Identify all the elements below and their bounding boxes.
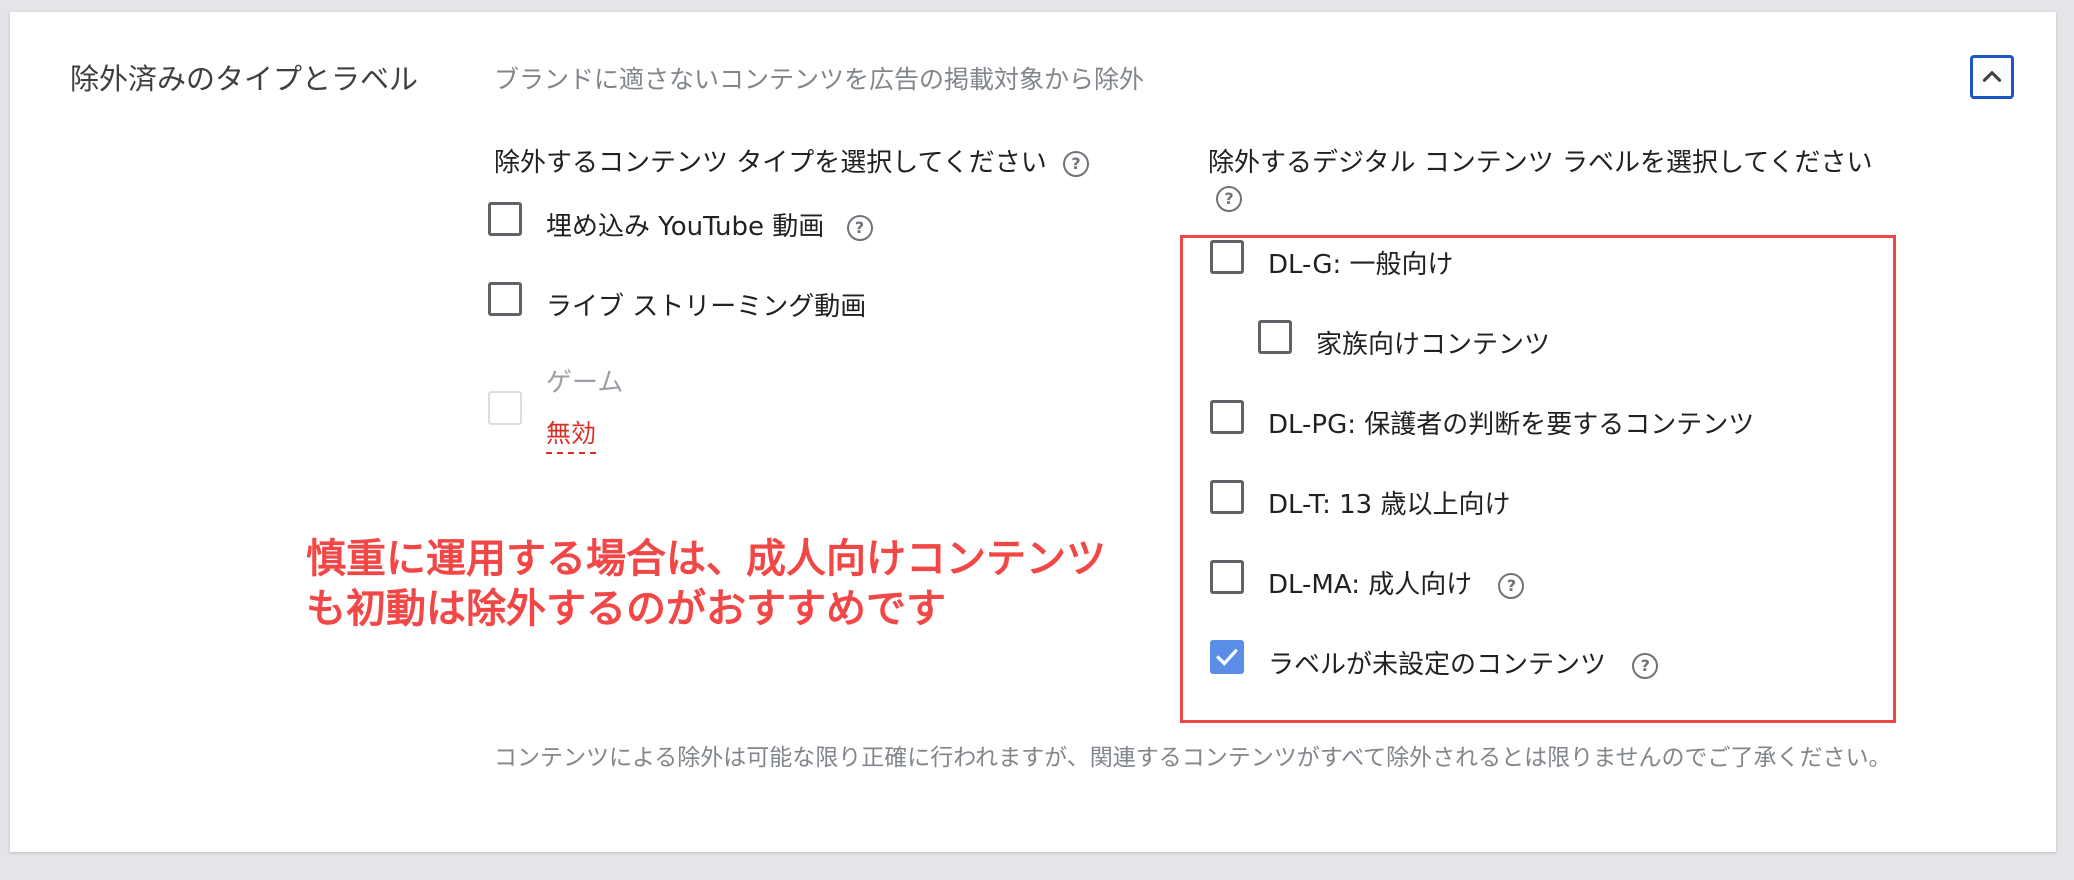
option-embedded-youtube: 埋め込み YouTube 動画 ? — [546, 206, 873, 243]
option-label: ラベルが未設定のコンテンツ — [1268, 650, 1607, 680]
option-family-content: 家族向けコンテンツ — [1316, 330, 1551, 360]
digital-label-heading: 除外するデジタル コンテンツ ラベルを選択してください — [1208, 148, 1873, 178]
chevron-up-icon — [1982, 71, 2002, 82]
checkbox-unlabeled[interactable] — [1210, 640, 1244, 674]
checkbox-family-content[interactable] — [1258, 320, 1292, 354]
help-icon[interactable]: ? — [1216, 186, 1242, 212]
annotation-line-2: も初動は除外するのがおすすめです — [306, 586, 946, 632]
option-games: ゲーム — [546, 368, 624, 398]
checkbox-dl-g[interactable] — [1210, 240, 1244, 274]
section-title: 除外済みのタイプとラベル — [70, 62, 419, 96]
exclusion-panel: 除外済みのタイプとラベル ブランドに適さないコンテンツを広告の掲載対象から除外 … — [10, 12, 2056, 852]
checkbox-games — [488, 391, 522, 425]
help-icon[interactable]: ? — [1062, 150, 1089, 177]
option-label: DL-MA: 成人向け — [1268, 570, 1473, 600]
content-type-heading: 除外するコンテンツ タイプを選択してください ? — [494, 142, 1089, 179]
checkbox-live-streaming[interactable] — [488, 282, 522, 316]
collapse-button[interactable] — [1970, 55, 2014, 99]
content-type-heading-text: 除外するコンテンツ タイプを選択してください — [494, 148, 1047, 178]
disabled-note: 無効 — [546, 419, 597, 454]
option-dl-g: DL-G: 一般向け — [1268, 250, 1454, 280]
checkbox-dl-ma[interactable] — [1210, 560, 1244, 594]
checkbox-dl-t[interactable] — [1210, 480, 1244, 514]
option-dl-ma: DL-MA: 成人向け ? — [1268, 564, 1525, 601]
help-icon[interactable]: ? — [1632, 652, 1659, 679]
help-icon[interactable]: ? — [846, 214, 873, 241]
checkbox-embedded-youtube[interactable] — [488, 202, 522, 236]
checkmark-icon — [1216, 648, 1238, 666]
footnote: コンテンツによる除外は可能な限り正確に行われますが、関連するコンテンツがすべて除… — [494, 745, 1892, 771]
checkbox-dl-pg[interactable] — [1210, 400, 1244, 434]
section-description: ブランドに適さないコンテンツを広告の掲載対象から除外 — [494, 65, 1145, 94]
option-dl-t: DL-T: 13 歳以上向け — [1268, 490, 1511, 520]
help-icon[interactable]: ? — [1498, 572, 1525, 599]
option-live-streaming: ライブ ストリーミング動画 — [546, 292, 867, 322]
option-unlabeled: ラベルが未設定のコンテンツ ? — [1268, 644, 1659, 681]
annotation-line-1: 慎重に運用する場合は、成人向けコンテンツ — [306, 536, 1106, 582]
disabled-note-wrap: 無効 — [546, 414, 597, 454]
option-label: 埋め込み YouTube 動画 — [546, 212, 825, 242]
annotation-text: 慎重に運用する場合は、成人向けコンテンツ も初動は除外するのがおすすめです — [306, 534, 1106, 634]
option-dl-pg: DL-PG: 保護者の判断を要するコンテンツ — [1268, 410, 1755, 440]
